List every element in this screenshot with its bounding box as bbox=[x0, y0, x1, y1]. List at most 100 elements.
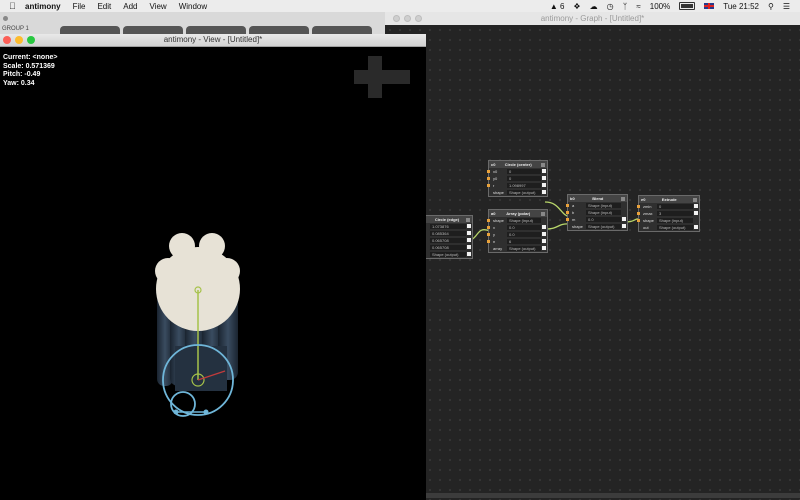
node-close-icon[interactable] bbox=[541, 211, 545, 216]
row-value[interactable]: 0 bbox=[507, 169, 541, 174]
row-value: Shape (input) bbox=[586, 210, 621, 215]
zoom-icon[interactable] bbox=[27, 36, 35, 44]
node-header[interactable]: a0 Array (polar) bbox=[489, 210, 547, 217]
row-value[interactable]: 0.065708 bbox=[430, 238, 466, 243]
output-port[interactable] bbox=[542, 232, 546, 236]
notification-center-icon[interactable]: ☰ bbox=[783, 2, 790, 11]
row-value: Shape (output) bbox=[430, 252, 466, 257]
menu-view[interactable]: View bbox=[149, 2, 166, 11]
row-value[interactable]: 0.085364 bbox=[430, 231, 466, 236]
node-header[interactable]: e0 Extrude bbox=[639, 196, 699, 203]
row-value[interactable]: 1.098997 bbox=[507, 183, 541, 188]
node-id: b0 bbox=[570, 196, 575, 201]
row-value[interactable]: 0.0 bbox=[507, 225, 541, 230]
view-orientation-icon[interactable] bbox=[354, 56, 410, 98]
output-port[interactable] bbox=[542, 169, 546, 173]
minimize-icon[interactable] bbox=[404, 15, 411, 22]
node-close-icon[interactable] bbox=[692, 197, 697, 202]
graph-canvas[interactable]: c0 Circle (center) x0 0 y0 0 r 1.098997 sha… bbox=[385, 25, 800, 500]
output-port[interactable] bbox=[467, 231, 471, 235]
node-close-icon[interactable] bbox=[465, 217, 470, 222]
wifi-icon[interactable]: ≈ bbox=[636, 2, 640, 11]
wires bbox=[464, 201, 642, 242]
input-port[interactable] bbox=[566, 211, 569, 214]
row-value[interactable]: 6 bbox=[507, 239, 541, 244]
input-port[interactable] bbox=[566, 204, 569, 207]
viewport[interactable] bbox=[0, 46, 426, 500]
node-row: shape Shape (output) bbox=[489, 189, 547, 196]
output-port[interactable] bbox=[467, 252, 471, 256]
input-port[interactable] bbox=[487, 177, 490, 180]
row-value[interactable]: 0.0 bbox=[586, 217, 621, 222]
node-header[interactable]: b0 Blend bbox=[568, 195, 627, 202]
apple-menu-icon[interactable]:  bbox=[9, 0, 19, 12]
adobe-icon[interactable]: ▲ 6 bbox=[550, 2, 565, 11]
node-type: Blend bbox=[592, 196, 604, 201]
output-port[interactable] bbox=[542, 190, 546, 194]
output-port[interactable] bbox=[542, 225, 546, 229]
menu-window[interactable]: Window bbox=[179, 2, 207, 11]
output-port[interactable] bbox=[542, 246, 546, 250]
input-port[interactable] bbox=[487, 240, 490, 243]
node-header[interactable]: c0 Circle (center) bbox=[489, 161, 547, 168]
menu-edit[interactable]: Edit bbox=[97, 2, 111, 11]
row-value[interactable]: 0 bbox=[507, 176, 541, 181]
node-close-icon[interactable] bbox=[620, 196, 625, 201]
node-array-polar[interactable]: a0 Array (polar) shape Shape (input) x 0.0… bbox=[487, 209, 548, 253]
graph-window-titlebar[interactable]: antimony - Graph - [Untitled]* bbox=[385, 12, 800, 26]
node-blend[interactable]: b0 Blend a Shape (input) b Shape (input) m… bbox=[566, 194, 628, 231]
row-label: array bbox=[493, 246, 503, 251]
menu-file[interactable]: File bbox=[73, 2, 86, 11]
row-value[interactable]: 3 bbox=[657, 211, 693, 216]
close-icon[interactable] bbox=[3, 36, 11, 44]
output-port[interactable] bbox=[542, 183, 546, 187]
row-value[interactable]: 0 bbox=[657, 204, 693, 209]
output-port[interactable] bbox=[467, 224, 471, 228]
row-value: Shape (input) bbox=[586, 203, 621, 208]
bluetooth-icon[interactable]: ᛉ bbox=[623, 2, 628, 11]
output-port[interactable] bbox=[467, 245, 471, 249]
minimize-icon[interactable] bbox=[15, 36, 23, 44]
spotlight-icon[interactable]: ⚲ bbox=[768, 2, 774, 11]
node-circle-center[interactable]: c0 Circle (center) x0 0 y0 0 r 1.098997 sha… bbox=[487, 160, 548, 197]
menu-add[interactable]: Add bbox=[123, 2, 137, 11]
cloud-icon[interactable]: ☁ bbox=[590, 2, 598, 11]
row-value[interactable]: 1.073876 bbox=[430, 224, 466, 229]
row-value[interactable]: 0.0 bbox=[507, 232, 541, 237]
input-port[interactable] bbox=[566, 218, 569, 221]
zoom-icon[interactable] bbox=[415, 15, 422, 22]
group-close-icon[interactable] bbox=[3, 16, 8, 21]
timemachine-icon[interactable]: ◷ bbox=[607, 2, 614, 11]
output-port[interactable] bbox=[542, 239, 546, 243]
output-port[interactable] bbox=[694, 204, 698, 208]
output-port[interactable] bbox=[622, 224, 626, 228]
input-port[interactable] bbox=[487, 219, 490, 222]
row-value[interactable]: 0.065708 bbox=[430, 245, 466, 250]
output-port[interactable] bbox=[542, 176, 546, 180]
output-port[interactable] bbox=[467, 238, 471, 242]
row-value: Shape (input) bbox=[657, 218, 693, 223]
input-port[interactable] bbox=[487, 184, 490, 187]
input-port[interactable] bbox=[637, 212, 640, 215]
output-port[interactable] bbox=[694, 225, 698, 229]
app-menu[interactable]: antimony bbox=[25, 2, 61, 11]
input-source-flag-icon[interactable] bbox=[704, 3, 715, 9]
node-header[interactable]: Circle (edge) bbox=[426, 216, 472, 223]
input-port[interactable] bbox=[637, 219, 640, 222]
dropbox-icon[interactable]: ❖ bbox=[573, 2, 580, 11]
input-port[interactable] bbox=[487, 226, 490, 229]
node-circle-edge[interactable]: Circle (edge) 1.073876 0.085364 0.065708… bbox=[425, 215, 473, 259]
battery-icon[interactable] bbox=[679, 2, 696, 10]
node-extrude[interactable]: e0 Extrude zmin 0 zmax 3 shape Shape (input… bbox=[637, 195, 700, 232]
input-port[interactable] bbox=[487, 170, 490, 173]
output-port[interactable] bbox=[694, 211, 698, 215]
node-row: a Shape (input) bbox=[566, 202, 627, 209]
input-port[interactable] bbox=[637, 205, 640, 208]
node-row: Shape (output) bbox=[426, 251, 472, 258]
close-icon[interactable] bbox=[393, 15, 400, 22]
node-type: Circle (edge) bbox=[434, 217, 460, 222]
input-port[interactable] bbox=[487, 233, 490, 236]
clock[interactable]: Tue 21:52 bbox=[723, 2, 759, 11]
output-port[interactable] bbox=[622, 217, 626, 221]
node-close-icon[interactable] bbox=[540, 162, 545, 167]
